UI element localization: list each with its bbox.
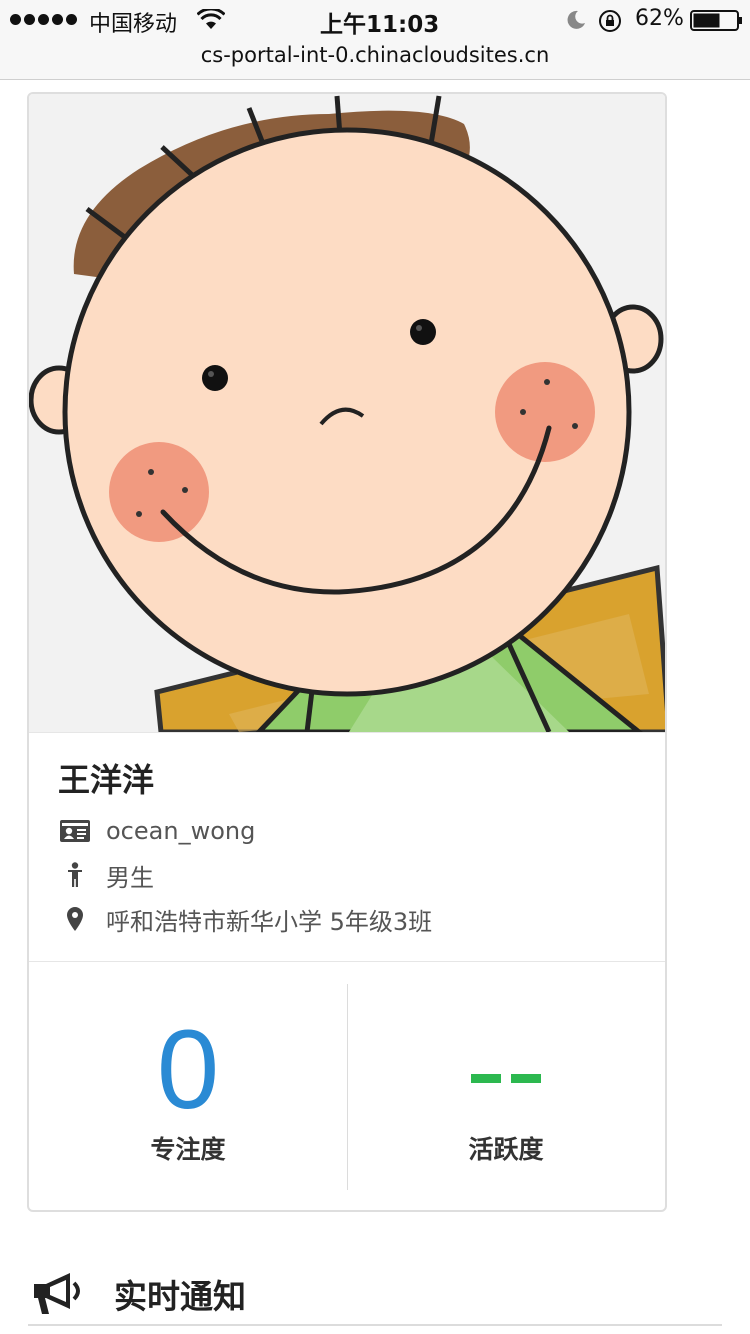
browser-top-bar: 中国移动 上午11:03 62% cs-portal-int-0.chinacl… — [0, 0, 750, 80]
username-text: ocean_wong — [106, 817, 256, 845]
avatar-image — [29, 94, 665, 732]
stats-section: 0 专注度 -- 活跃度 — [29, 962, 665, 1210]
id-card-icon — [58, 816, 92, 846]
activity-value: -- — [347, 1024, 665, 1083]
focus-value: 0 — [156, 1007, 220, 1132]
activity-stat: -- 活跃度 — [347, 962, 665, 1210]
school-row: 呼和浩特市新华小学 5年级3班 — [58, 902, 432, 936]
section-title: 实时通知 — [114, 1277, 246, 1316]
profile-card: 王洋洋 ocean_wong 男生 呼和浩特市新华小学 5年级3班 0 专注度 … — [27, 92, 667, 1212]
focus-stat: 0 专注度 — [29, 962, 347, 1210]
address-bar-url[interactable]: cs-portal-int-0.chinacloudsites.cn — [0, 40, 750, 70]
student-name: 王洋洋 — [58, 761, 155, 799]
battery-percentage: 62% — [635, 6, 684, 31]
location-pin-icon — [58, 904, 92, 934]
notifications-header: 实时通知 — [28, 1264, 722, 1326]
moon-icon — [567, 10, 585, 29]
gender-row: 男生 — [58, 858, 154, 892]
school-text: 呼和浩特市新华小学 5年级3班 — [106, 907, 433, 936]
megaphone-icon — [34, 1273, 80, 1314]
gender-text: 男生 — [106, 863, 154, 892]
focus-label: 专注度 — [150, 1135, 226, 1164]
activity-label: 活跃度 — [468, 1135, 544, 1164]
activity-dash — [511, 1074, 541, 1083]
carrier-name: 中国移动 — [89, 12, 178, 37]
wifi-icon — [197, 9, 225, 29]
status-time: 上午11:03 — [320, 12, 440, 38]
person-icon — [58, 860, 92, 890]
signal-dots-icon — [10, 14, 77, 25]
battery-icon — [690, 10, 742, 31]
activity-dash — [471, 1074, 501, 1083]
username-row: ocean_wong — [58, 814, 255, 848]
status-bar: 中国移动 上午11:03 62% — [0, 0, 750, 40]
rotation-lock-icon — [599, 10, 621, 32]
cartoon-boy-avatar — [29, 94, 665, 732]
